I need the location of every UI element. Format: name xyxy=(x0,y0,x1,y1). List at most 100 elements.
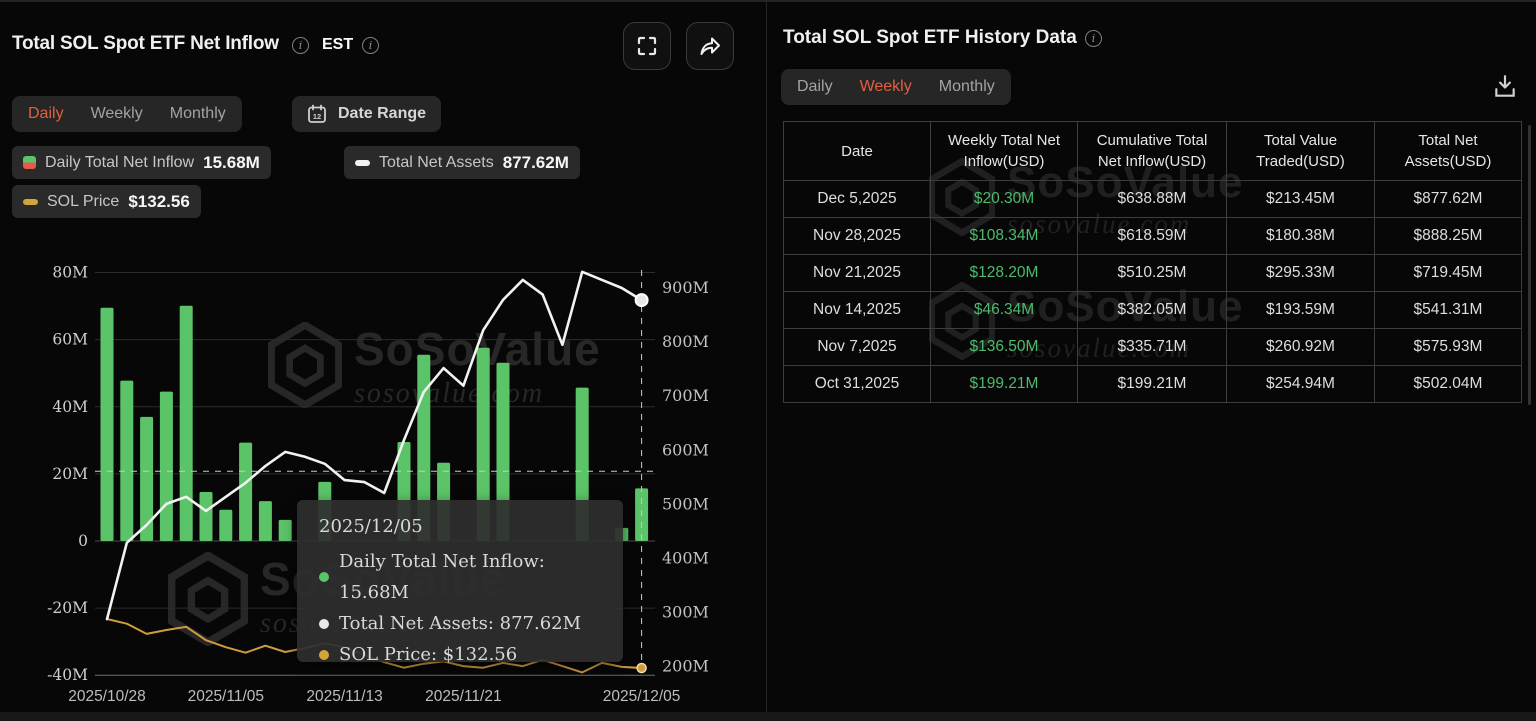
value-traded-cell: $180.38M xyxy=(1226,217,1375,255)
history-info-icon[interactable]: i xyxy=(1085,30,1102,47)
date-cell: Dec 5,2025 xyxy=(783,180,931,218)
legend-label: Daily Total Net Inflow xyxy=(45,153,195,171)
weekly-inflow-cell: $136.50M xyxy=(930,328,1078,366)
table-row[interactable]: Nov 14,2025 $46.34M $382.05M $193.59M $541.3… xyxy=(783,291,1522,329)
right-axis-tick: 400M xyxy=(662,549,709,568)
date-cell: Nov 28,2025 xyxy=(783,217,931,255)
cumulative-inflow-cell: $335.71M xyxy=(1077,328,1227,366)
weekly-inflow-cell: $199.21M xyxy=(930,365,1078,403)
panel-divider xyxy=(766,0,767,721)
right-axis-tick: 300M xyxy=(662,603,709,622)
left-axis-tick: 0 xyxy=(78,532,88,550)
right-axis-tick: 500M xyxy=(662,494,709,513)
value-traded-cell: $213.45M xyxy=(1226,180,1375,218)
inflow-bar xyxy=(199,492,213,541)
svg-text:12: 12 xyxy=(313,112,321,121)
net-assets-cell: $719.45M xyxy=(1374,254,1522,292)
left-axis-tick: 60M xyxy=(52,331,88,349)
x-axis-tick: 2025/10/28 xyxy=(68,688,146,705)
table-row[interactable]: Dec 5,2025 $20.30M $638.88M $213.45M $877.62… xyxy=(783,180,1522,218)
legend-value: $132.56 xyxy=(128,191,190,211)
tooltip-series-dot xyxy=(319,649,329,660)
download-icon xyxy=(1495,75,1515,97)
title-info-icon[interactable]: i xyxy=(292,37,309,54)
table-header-row: Date Weekly Total Net Inflow(USD) Cumulati… xyxy=(783,121,1522,181)
date-cell: Nov 7,2025 xyxy=(783,328,931,366)
tooltip-row: SOL Price: $132.56 xyxy=(319,639,601,670)
inflow-bar xyxy=(239,442,253,541)
inflow-bar xyxy=(120,380,134,541)
tab-weekly[interactable]: Weekly xyxy=(860,78,912,96)
history-table: Date Weekly Total Net Inflow(USD) Cumulati… xyxy=(783,121,1522,403)
inflow-bar xyxy=(278,519,292,541)
tab-monthly[interactable]: Monthly xyxy=(939,78,995,96)
value-traded-cell: $254.94M xyxy=(1226,365,1375,403)
cumulative-inflow-cell: $199.21M xyxy=(1077,365,1227,403)
date-cell: Oct 31,2025 xyxy=(783,365,931,403)
inflow-bar xyxy=(179,305,193,541)
legend-label: SOL Price xyxy=(47,192,120,210)
table-header-cell: Total Value Traded(USD) xyxy=(1226,121,1375,181)
net-assets-cell: $877.62M xyxy=(1374,180,1522,218)
legend-sol-price[interactable]: SOL Price $132.56 xyxy=(12,185,201,218)
value-traded-cell: $295.33M xyxy=(1226,254,1375,292)
share-icon xyxy=(700,37,720,55)
tab-daily[interactable]: Daily xyxy=(797,78,833,96)
legend-label: Total Net Assets xyxy=(379,153,494,171)
tooltip-series-dot xyxy=(319,618,329,629)
legend-total-net-assets[interactable]: Total Net Assets 877.62M xyxy=(344,146,580,179)
table-header-cell: Total Net Assets(USD) xyxy=(1374,121,1522,181)
inflow-bar xyxy=(258,501,272,541)
page-top-edge xyxy=(0,0,1536,2)
table-row[interactable]: Nov 21,2025 $128.20M $510.25M $295.33M $719.… xyxy=(783,254,1522,292)
sol-price-endpoint-dot xyxy=(636,662,647,674)
right-axis-tick: 700M xyxy=(662,386,709,405)
download-button[interactable] xyxy=(1492,72,1518,107)
fullscreen-icon xyxy=(637,36,657,56)
tab-monthly[interactable]: Monthly xyxy=(170,105,226,123)
net-assets-cell: $541.31M xyxy=(1374,291,1522,329)
price-legend-icon xyxy=(23,198,38,205)
net-assets-cell: $575.93M xyxy=(1374,328,1522,366)
left-panel: Total SOL Spot ETF Net Inflow i EST i Da… xyxy=(0,0,766,721)
left-axis-tick: -40M xyxy=(47,666,88,684)
tab-daily[interactable]: Daily xyxy=(28,105,64,123)
x-axis-tick: 2025/11/13 xyxy=(306,688,382,705)
weekly-inflow-cell: $20.30M xyxy=(930,180,1078,218)
fullscreen-button[interactable] xyxy=(623,22,671,70)
share-button[interactable] xyxy=(686,22,734,70)
table-row[interactable]: Nov 7,2025 $136.50M $335.71M $260.92M $575.9… xyxy=(783,328,1522,366)
table-header-cell: Cumulative Total Net Inflow(USD) xyxy=(1077,121,1227,181)
net-assets-cell: $888.25M xyxy=(1374,217,1522,255)
bottom-scrollbar-track[interactable] xyxy=(0,712,1536,721)
right-axis-tick: 800M xyxy=(662,332,709,351)
tab-weekly[interactable]: Weekly xyxy=(91,105,143,123)
table-row[interactable]: Nov 28,2025 $108.34M $618.59M $180.38M $888.… xyxy=(783,217,1522,255)
table-row[interactable]: Oct 31,2025 $199.21M $199.21M $254.94M $502.… xyxy=(783,365,1522,403)
table-header-cell: Weekly Total Net Inflow(USD) xyxy=(930,121,1078,181)
legend-value: 877.62M xyxy=(502,152,569,172)
x-axis-tick: 2025/11/21 xyxy=(425,688,501,705)
assets-legend-icon xyxy=(355,159,370,166)
date-range-button[interactable]: 12 Date Range xyxy=(292,96,442,132)
inflow-bar xyxy=(219,509,233,541)
table-header-cell: Date xyxy=(783,121,931,181)
x-axis-tick: 2025/12/05 xyxy=(603,688,681,705)
vertical-scrollbar[interactable] xyxy=(1528,125,1531,405)
inflow-legend-icon xyxy=(23,156,36,169)
left-axis-tick: 80M xyxy=(52,264,88,282)
tooltip-text: Daily Total Net Inflow: 15.68M xyxy=(339,551,545,603)
inflow-bar xyxy=(159,391,173,541)
weekly-inflow-cell: $128.20M xyxy=(930,254,1078,292)
net-assets-endpoint-dot xyxy=(634,293,649,308)
tooltip-date: 2025/12/05 xyxy=(319,516,423,537)
history-data-title: Total SOL Spot ETF History Data xyxy=(783,27,1077,48)
timezone-info-icon[interactable]: i xyxy=(362,37,379,54)
right-period-tabs: Daily Weekly Monthly xyxy=(781,69,1011,105)
weekly-inflow-cell: $46.34M xyxy=(930,291,1078,329)
tooltip-rows: Daily Total Net Inflow: 15.68M Total Net … xyxy=(319,546,601,670)
tooltip-series-dot xyxy=(319,572,329,582)
left-axis-tick: 20M xyxy=(52,465,88,483)
legend-daily-net-inflow[interactable]: Daily Total Net Inflow 15.68M xyxy=(12,146,271,179)
x-axis-tick: 2025/11/05 xyxy=(188,688,264,705)
